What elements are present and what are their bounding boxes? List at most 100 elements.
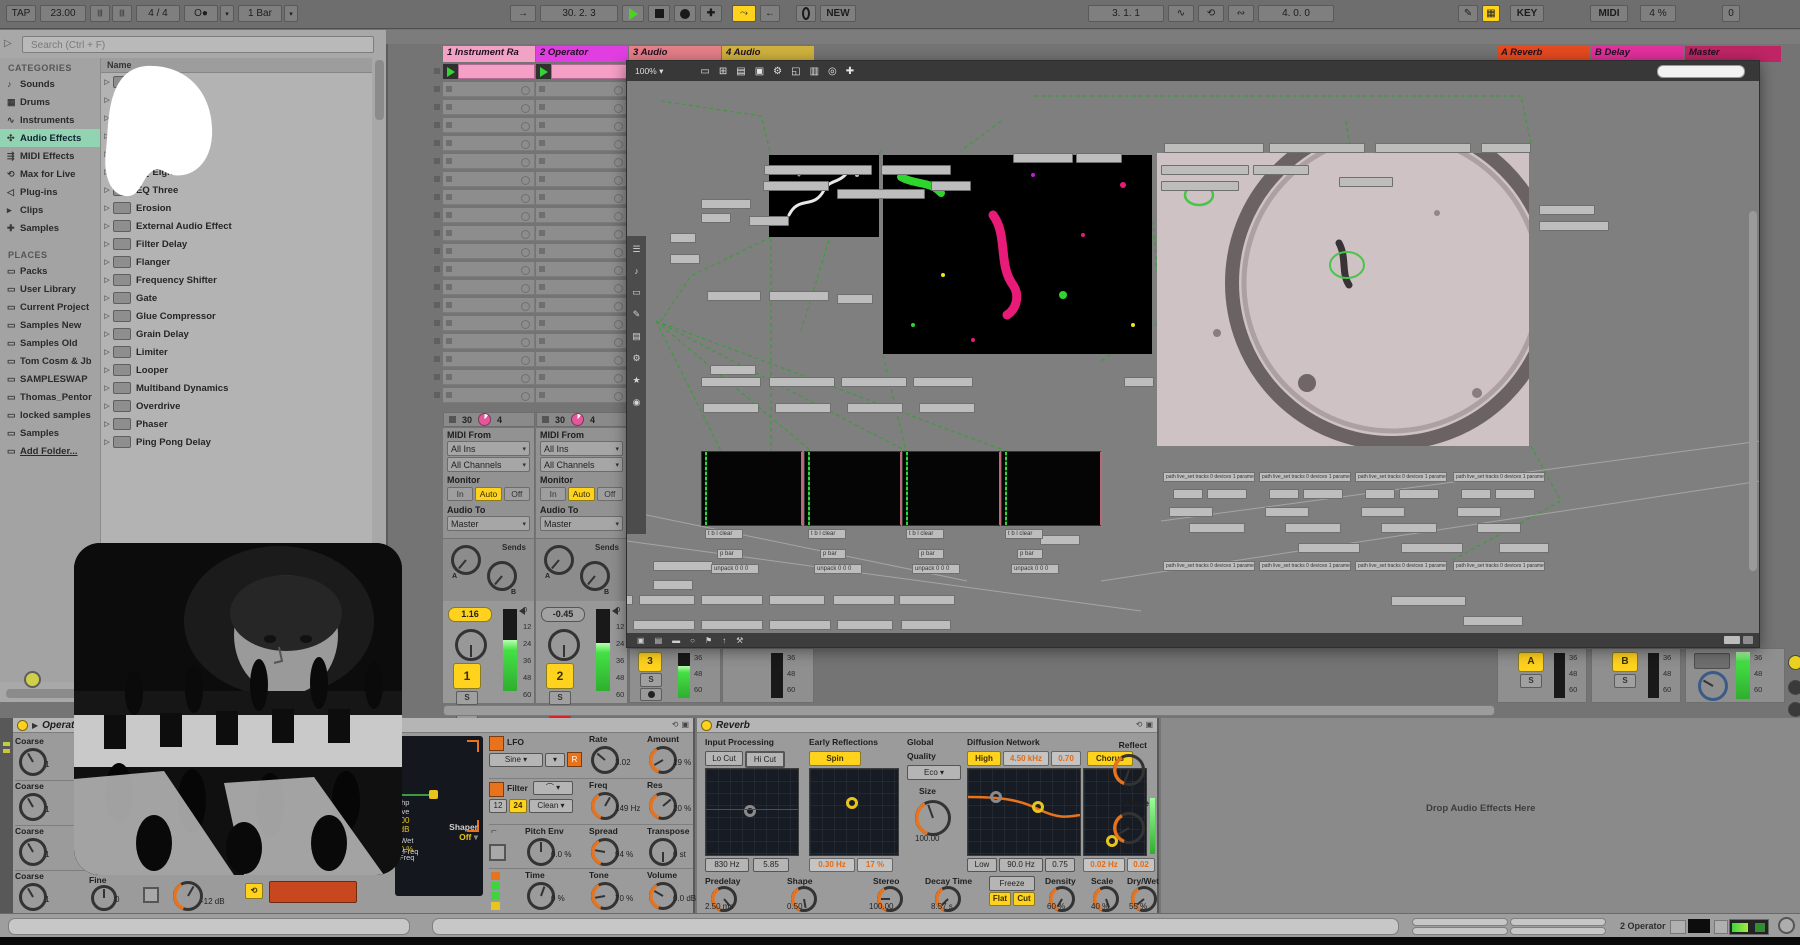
max-object-box-labeled[interactable]: p bar — [717, 549, 743, 559]
solo-button[interactable]: S — [456, 691, 478, 705]
max-object-box-labeled[interactable]: t b l clear — [808, 529, 846, 539]
filter-slope-24[interactable]: 24 — [509, 799, 527, 813]
device-view-selector-strip[interactable] — [0, 718, 13, 913]
input-type-chooser[interactable]: All Ins▾ — [540, 441, 623, 456]
max-msp-window[interactable]: 100% ▾ ▭⊞▤▣⚙◱▥◎✚ — [626, 60, 1760, 648]
max-object-box[interactable] — [1207, 489, 1247, 499]
place-item-samples[interactable]: ▭Samples — [0, 424, 100, 442]
max-object-box[interactable] — [1013, 153, 1073, 163]
empty-clip-slot[interactable] — [536, 262, 628, 277]
max-bottom-icon-3[interactable]: ○ — [690, 636, 695, 645]
browser-device-overdrive[interactable]: ▷Overdrive — [101, 397, 372, 415]
fine-knob[interactable] — [91, 885, 117, 911]
filter-circuit-chooser[interactable]: Clean ▾ — [529, 799, 573, 813]
pan-knob[interactable] — [548, 629, 580, 661]
max-object-box[interactable] — [837, 294, 873, 304]
max-object-box[interactable] — [1164, 143, 1264, 153]
empty-clip-slot[interactable] — [536, 334, 628, 349]
osc-level-knob[interactable] — [173, 881, 203, 911]
max-bottom-icon-5[interactable]: ↑ — [722, 636, 726, 645]
empty-clip-slot[interactable] — [536, 172, 628, 187]
mixer-section-selector-1[interactable] — [1788, 680, 1800, 695]
low-shelf-handle[interactable] — [990, 791, 1002, 803]
max-object-box[interactable] — [1189, 523, 1245, 533]
computer-midi-keyboard-button[interactable]: ▦ — [1482, 5, 1500, 22]
empty-clip-slot[interactable] — [536, 352, 628, 367]
stop-square-icon[interactable] — [449, 416, 456, 423]
scene-stop-dot[interactable] — [434, 266, 440, 272]
max-object-box[interactable] — [1499, 543, 1549, 553]
scene-stop-dot[interactable] — [434, 212, 440, 218]
empty-clip-slot[interactable] — [443, 280, 535, 295]
monitor-off-button[interactable]: Off — [504, 487, 530, 501]
max-object-box[interactable] — [701, 620, 763, 630]
automation-arm-button[interactable]: ⤳ — [732, 5, 756, 22]
max-window-resize-controls[interactable] — [1724, 636, 1753, 644]
max-object-box[interactable] — [701, 199, 751, 209]
solo-cue-box[interactable] — [1694, 653, 1730, 669]
punch-out-button[interactable]: ∾ — [1228, 5, 1254, 22]
osc-led-1[interactable] — [491, 872, 500, 880]
reverb-title-bar[interactable]: Reverb ⟲▣ — [697, 718, 1157, 733]
scene-stop-dot[interactable] — [434, 122, 440, 128]
empty-clip-slot[interactable] — [443, 118, 535, 133]
clip-play-button[interactable] — [536, 64, 551, 79]
scene-stop-dot[interactable] — [434, 104, 440, 110]
max-side-icon-2[interactable]: ▭ — [632, 287, 641, 298]
browser-device-limiter[interactable]: ▷Limiter — [101, 343, 372, 361]
empty-clip-slot[interactable] — [536, 388, 628, 403]
overdub-button[interactable]: ✚ — [700, 5, 722, 22]
max-object-box-labeled[interactable]: t b l clear — [906, 529, 944, 539]
max-object-box[interactable] — [837, 620, 893, 630]
max-object-box[interactable] — [1457, 507, 1501, 517]
scene-stop-dot[interactable] — [434, 338, 440, 344]
max-bottom-icon-4[interactable]: ⚑ — [705, 636, 712, 645]
max-object-box-labeled[interactable]: unpack 0 0 0 — [814, 564, 862, 574]
max-tool-icon-5[interactable]: ◱ — [791, 66, 800, 77]
max-object-box-labeled[interactable]: t b l clear — [705, 529, 743, 539]
live-path-object-box[interactable]: path live_set tracks 0 devices 1 paramet… — [1355, 561, 1447, 571]
max-object-box[interactable] — [899, 595, 955, 605]
max-patch-canvas[interactable]: path live_set tracks 0 devices 1 paramet… — [627, 81, 1759, 633]
max-object-box[interactable] — [670, 233, 696, 243]
tempo-field[interactable]: 23.00 — [40, 5, 86, 22]
empty-clip-slot[interactable] — [536, 136, 628, 151]
browser-device-filter-delay[interactable]: ▷Filter Delay — [101, 235, 372, 253]
browser-device-grain-delay[interactable]: ▷Grain Delay — [101, 325, 372, 343]
max-side-icon-4[interactable]: ▤ — [632, 331, 641, 342]
place-item-packs[interactable]: ▭Packs — [0, 262, 100, 280]
draw-mode-button[interactable]: ✎ — [1458, 5, 1478, 22]
hi-freq-value[interactable]: 4.50 kHz — [1003, 751, 1049, 766]
hot-swap-icon[interactable]: ⟲ — [1136, 720, 1143, 729]
output-chooser[interactable]: Master▾ — [540, 516, 623, 531]
max-object-box[interactable] — [1539, 221, 1609, 231]
osc-on-checkbox[interactable] — [143, 887, 159, 903]
max-side-icon-5[interactable]: ⚙ — [632, 353, 640, 364]
coarse-knob[interactable] — [19, 883, 47, 911]
empty-clip-slot[interactable] — [536, 118, 628, 133]
max-object-box[interactable] — [837, 189, 925, 199]
osc-led-2[interactable] — [491, 882, 500, 890]
place-item-thomas-pentor[interactable]: ▭Thomas_Pentor — [0, 388, 100, 406]
stop-button[interactable] — [648, 5, 670, 22]
loop-button[interactable]: ⟲ — [1198, 5, 1224, 22]
browser-device-multiband-dynamics[interactable]: ▷Multiband Dynamics — [101, 379, 372, 397]
low-freq-value[interactable]: 90.0 Hz — [999, 858, 1043, 872]
max-object-box[interactable] — [1375, 143, 1471, 153]
re-enable-automation-button[interactable]: ← — [760, 5, 780, 22]
max-bottom-icon-1[interactable]: ▤ — [655, 636, 663, 645]
empty-clip-slot[interactable] — [443, 208, 535, 223]
monitor-auto-button[interactable]: Auto — [568, 487, 594, 501]
browser-device-external-audio-effect[interactable]: ▷External Audio Effect — [101, 217, 372, 235]
scrollbar-segment[interactable] — [1412, 927, 1508, 935]
max-object-box[interactable] — [847, 403, 903, 413]
max-object-box[interactable] — [670, 254, 700, 264]
live-path-object-box[interactable]: path live_set tracks 0 devices 1 paramet… — [1453, 561, 1545, 571]
empty-clip-slot[interactable] — [536, 100, 628, 115]
clip[interactable] — [551, 64, 628, 79]
scene-stop-dot[interactable] — [434, 194, 440, 200]
scene-stop-dot[interactable] — [434, 356, 440, 362]
expand-triangle-icon[interactable]: ▷ — [101, 438, 113, 446]
hi-cut-button[interactable]: Hi Cut — [745, 751, 785, 768]
max-object-box[interactable] — [1169, 507, 1213, 517]
